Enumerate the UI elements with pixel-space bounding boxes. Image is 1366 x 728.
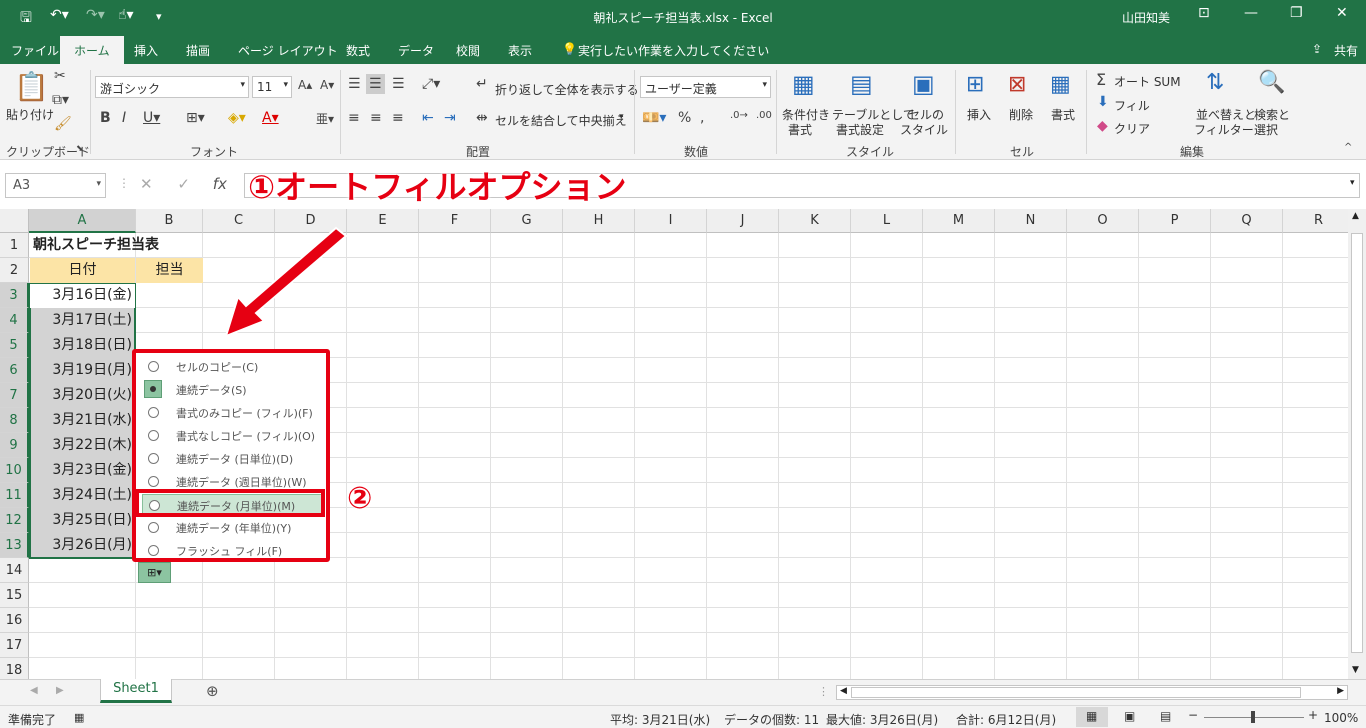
add-sheet-icon[interactable]: ⊕ bbox=[206, 682, 219, 700]
scroll-right-icon[interactable]: ▶ bbox=[1337, 686, 1344, 696]
next-sheet-icon[interactable]: ▶ bbox=[56, 685, 64, 696]
zoom-in-icon[interactable]: + bbox=[1308, 708, 1318, 722]
scroll-left-icon[interactable]: ◀ bbox=[840, 686, 847, 696]
status-average[interactable]: 平均: 3月21日(水) bbox=[610, 711, 710, 728]
arrow-shape bbox=[224, 226, 348, 338]
status-count[interactable]: データの個数: 11 bbox=[724, 711, 819, 728]
page-break-view-icon[interactable]: ▤ bbox=[1160, 709, 1171, 723]
prev-sheet-icon[interactable]: ◀ bbox=[30, 685, 38, 696]
annotation-arrow bbox=[224, 226, 348, 338]
vertical-scrollbar[interactable]: ▲ ▼ bbox=[1348, 209, 1366, 679]
sheet-tab-sheet1[interactable]: Sheet1 bbox=[100, 679, 172, 703]
zoom-level[interactable]: 100% bbox=[1324, 711, 1358, 725]
status-ready: 準備完了 bbox=[8, 713, 57, 727]
normal-view-icon[interactable]: ▦ bbox=[1086, 709, 1097, 723]
status-bar: 準備完了 ▦ 平均: 3月21日(水) データの個数: 11 最大値: 3月26… bbox=[0, 705, 1366, 728]
status-max[interactable]: 最大値: 3月26日(月) bbox=[826, 711, 938, 728]
scroll-down-icon[interactable]: ▼ bbox=[1352, 665, 1359, 675]
status-sum[interactable]: 合計: 6月12日(月) bbox=[956, 711, 1056, 728]
zoom-slider-thumb[interactable] bbox=[1251, 711, 1255, 723]
scroll-up-icon[interactable]: ▲ bbox=[1352, 211, 1359, 221]
vertical-scroll-thumb[interactable] bbox=[1351, 233, 1363, 653]
tab-split-icon[interactable]: ⋮ bbox=[818, 685, 829, 698]
macro-record-icon[interactable]: ▦ bbox=[74, 711, 84, 724]
horizontal-scroll-thumb[interactable] bbox=[851, 687, 1301, 698]
sheet-tab-bar: ◀ ▶ Sheet1 ⊕ ⋮ ◀ ▶ bbox=[0, 679, 1366, 705]
horizontal-scrollbar[interactable]: ◀ ▶ bbox=[836, 685, 1348, 700]
page-layout-view-icon[interactable]: ▣ bbox=[1124, 709, 1135, 723]
zoom-out-icon[interactable]: − bbox=[1188, 708, 1198, 722]
